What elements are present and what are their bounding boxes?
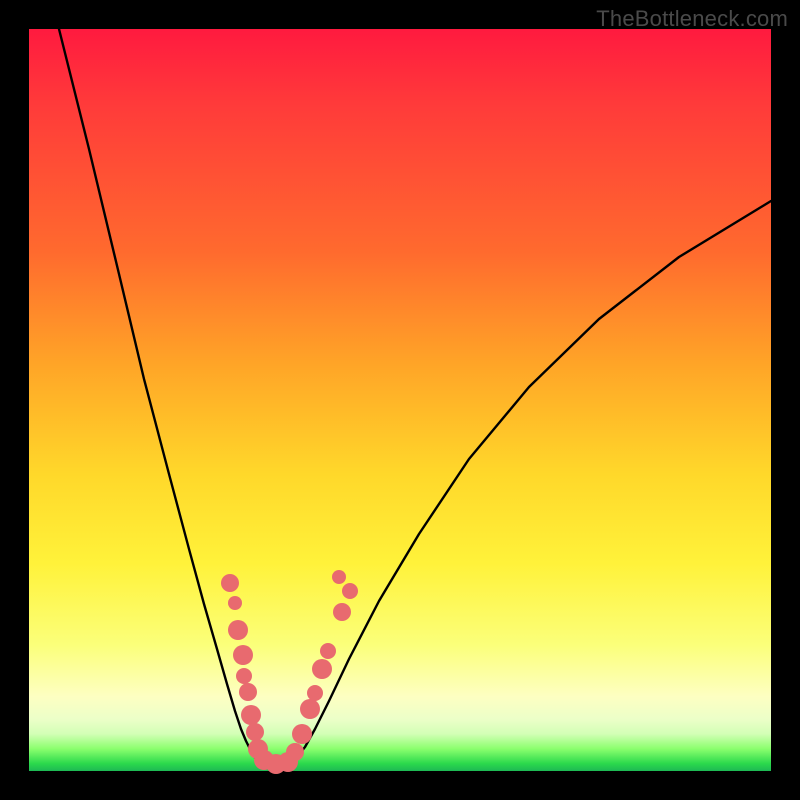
data-marker [332,570,346,584]
curve-svg [29,29,771,771]
data-marker [228,620,248,640]
data-marker [342,583,358,599]
data-marker [221,574,239,592]
data-marker [239,683,257,701]
data-marker [300,699,320,719]
data-marker [233,645,253,665]
data-marker [246,723,264,741]
plot-area [29,29,771,771]
data-marker [312,659,332,679]
marker-group [221,570,358,774]
chart-frame: TheBottleneck.com [0,0,800,800]
data-marker [307,685,323,701]
data-marker [228,596,242,610]
data-marker [241,705,261,725]
data-marker [333,603,351,621]
data-marker [236,668,252,684]
bottleneck-curve [59,29,771,765]
data-marker [320,643,336,659]
data-marker [286,743,304,761]
data-marker [292,724,312,744]
